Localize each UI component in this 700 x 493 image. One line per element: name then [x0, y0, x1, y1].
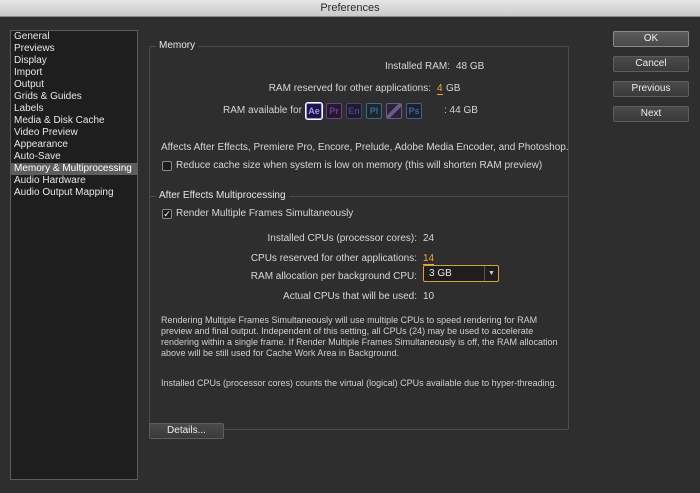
ram-available-value: : 44 GB — [444, 105, 478, 116]
ram-reserved-unit: GB — [446, 83, 461, 94]
prelude-icon: Pl — [366, 103, 382, 119]
reserved-cpus-value[interactable]: 14 — [423, 253, 435, 265]
ram-allocation-dropdown[interactable]: 3 GB ▼ — [423, 265, 499, 282]
memory-group-title: Memory — [156, 40, 199, 52]
multiprocessing-group-title: After Effects Multiprocessing — [156, 190, 289, 202]
premiere-pro-icon: Pr — [326, 103, 342, 119]
actual-cpus-label: Actual CPUs that will be used: — [283, 291, 417, 302]
ok-button[interactable]: OK — [613, 31, 689, 47]
sidebar-item[interactable]: Grids & Guides — [11, 91, 137, 103]
ram-reserved-value[interactable]: 4 — [437, 83, 443, 95]
sidebar-item[interactable]: Appearance — [11, 139, 137, 151]
chevron-down-icon: ▼ — [484, 266, 498, 281]
reserved-cpus-label: CPUs reserved for other applications: — [250, 253, 417, 264]
previous-button[interactable]: Previous — [613, 81, 689, 97]
details-button[interactable]: Details... — [149, 423, 224, 439]
sidebar-item[interactable]: Output — [11, 79, 137, 91]
hyperthreading-note: Installed CPUs (processor cores) counts … — [161, 378, 558, 388]
sidebar-item[interactable]: Video Preview — [11, 127, 137, 139]
reduce-cache-label[interactable]: Reduce cache size when system is low on … — [176, 160, 542, 171]
installed-ram-label: Installed RAM: — [384, 61, 450, 72]
sidebar-item[interactable]: Audio Output Mapping — [11, 187, 137, 199]
ram-available-label: RAM available for — [223, 105, 302, 116]
window-title: Preferences — [0, 0, 700, 17]
preferences-category-list[interactable]: General Previews Display Import Output Grids … — [10, 30, 138, 480]
sidebar-item[interactable]: Auto-Save — [11, 151, 137, 163]
sidebar-item[interactable]: General — [11, 31, 137, 43]
multiprocessing-note: Rendering Multiple Frames Simultaneously… — [161, 315, 558, 358]
actual-cpus-value: 10 — [423, 291, 435, 302]
render-multiple-frames-checkbox[interactable]: ✓ — [162, 209, 172, 219]
photoshop-icon: Ps — [406, 103, 422, 119]
sidebar-item[interactable]: Display — [11, 55, 137, 67]
affects-note: Affects After Effects, Premiere Pro, Enc… — [161, 142, 569, 153]
ram-allocation-selected: 3 GB — [429, 268, 452, 279]
sidebar-item[interactable]: Memory & Multiprocessing — [11, 163, 137, 175]
media-encoder-icon — [386, 103, 402, 119]
next-button[interactable]: Next — [613, 106, 689, 122]
sidebar-item[interactable]: Audio Hardware — [11, 175, 137, 187]
sidebar-item[interactable]: Media & Disk Cache — [11, 115, 137, 127]
installed-cpus-value: 24 — [423, 233, 435, 244]
after-effects-icon: Ae — [306, 103, 322, 119]
sidebar-item[interactable]: Previews — [11, 43, 137, 55]
preferences-window: General Previews Display Import Output Grids … — [0, 17, 700, 493]
sidebar-item[interactable]: Labels — [11, 103, 137, 115]
multiprocessing-group: After Effects Multiprocessing ✓ Render M… — [149, 190, 569, 430]
installed-cpus-label: Installed CPUs (processor cores): — [267, 233, 418, 244]
reduce-cache-checkbox[interactable] — [162, 161, 172, 171]
cancel-button[interactable]: Cancel — [613, 56, 689, 72]
ram-reserved-label: RAM reserved for other applications: — [268, 83, 431, 94]
installed-ram-value: 48 GB — [456, 61, 485, 72]
memory-group: Memory Installed RAM: 48 GB RAM reserved… — [149, 40, 569, 197]
sidebar-item[interactable]: Import — [11, 67, 137, 79]
render-multiple-frames-label[interactable]: Render Multiple Frames Simultaneously — [176, 208, 353, 219]
ram-allocation-label: RAM allocation per background CPU: — [250, 271, 417, 282]
encore-icon: En — [346, 103, 362, 119]
